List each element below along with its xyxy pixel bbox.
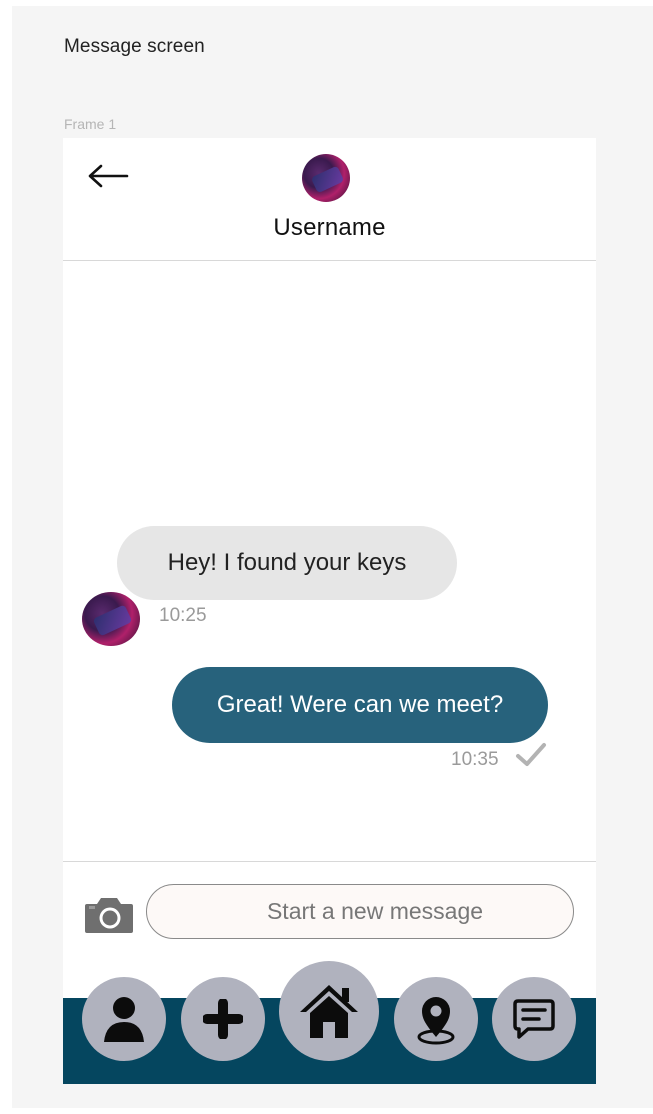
nav-home-button[interactable] — [279, 961, 379, 1061]
home-icon — [300, 985, 358, 1038]
contact-avatar[interactable] — [302, 154, 350, 202]
map-pin-icon — [417, 997, 455, 1045]
nav-profile-button[interactable] — [82, 977, 166, 1061]
chat-header: Username — [63, 138, 596, 261]
outgoing-message-bubble: Great! Were can we meet? — [172, 667, 548, 743]
back-arrow-icon[interactable] — [85, 162, 129, 190]
phone-frame: Username Hey! I found your keys 10:25 Gr… — [63, 138, 596, 1084]
incoming-message-time: 10:25 — [159, 605, 207, 626]
incoming-message-bubble: Hey! I found your keys — [117, 526, 457, 600]
message-input[interactable]: Start a new message — [146, 884, 574, 939]
person-icon — [104, 997, 144, 1042]
canvas-title: Message screen — [64, 36, 205, 57]
nav-map-button[interactable] — [394, 977, 478, 1061]
plus-icon — [203, 999, 243, 1039]
composer-divider — [63, 861, 596, 862]
chat-icon — [513, 999, 555, 1039]
outgoing-message-time: 10:35 — [451, 749, 499, 770]
read-check-icon — [516, 743, 546, 766]
camera-icon[interactable] — [83, 895, 135, 935]
nav-add-button[interactable] — [181, 977, 265, 1061]
contact-username: Username — [273, 214, 386, 241]
frame-label: Frame 1 — [64, 116, 117, 132]
sender-avatar — [82, 592, 140, 646]
nav-chat-button[interactable] — [492, 977, 576, 1061]
